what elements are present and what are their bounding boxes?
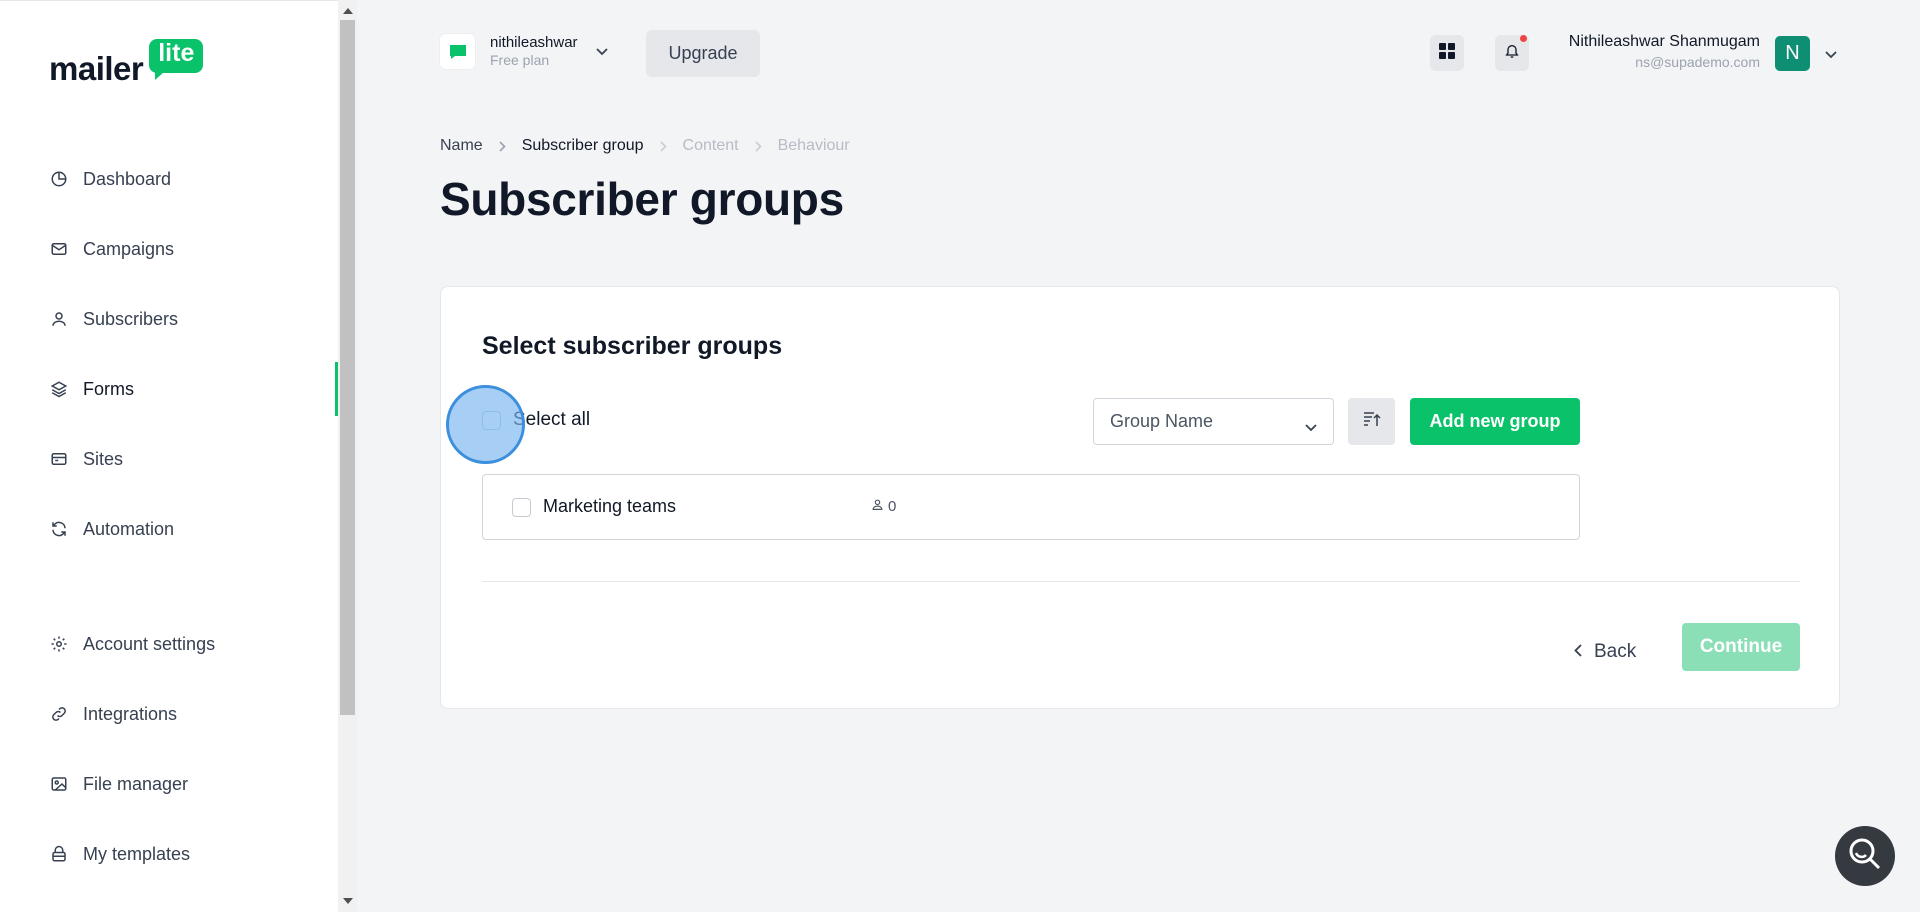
- breadcrumb-step-behaviour: Behaviour: [777, 137, 850, 154]
- group-name: Marketing teams: [543, 496, 677, 516]
- sidebar-item-account-settings[interactable]: Account settings: [0, 617, 338, 671]
- link-icon: [49, 704, 69, 724]
- subscriber-groups-card: Select subscriber groups Select all Grou…: [440, 286, 1840, 709]
- sidebar-item-subscribers[interactable]: Subscribers: [0, 292, 338, 346]
- page-title: Subscriber groups: [440, 173, 844, 225]
- breadcrumb-step-subscriber-group: Subscriber group: [521, 137, 644, 154]
- divider: [482, 581, 1800, 582]
- sidebar-item-file-manager[interactable]: File manager: [0, 757, 338, 811]
- sort-by-value: Group Name: [1110, 411, 1214, 431]
- user-icon: [49, 309, 69, 329]
- notifications-button[interactable]: [1495, 35, 1529, 71]
- sidebar-item-integrations[interactable]: Integrations: [0, 687, 338, 741]
- sidebar-scrollbar[interactable]: [338, 0, 357, 912]
- mailerlite-logo[interactable]: mailer lite: [49, 39, 204, 87]
- account-name: nithileashwar: [490, 34, 578, 52]
- layers-icon: [49, 379, 69, 399]
- chevron-down-icon: [595, 43, 608, 61]
- group-checkbox[interactable]: [512, 498, 531, 517]
- sidebar-item-automation[interactable]: Automation: [0, 502, 338, 556]
- sidebar-item-label: File manager: [83, 773, 189, 794]
- sidebar-item-label: Forms: [83, 378, 134, 399]
- image-icon: [49, 774, 69, 794]
- chevron-right-icon: [755, 140, 762, 152]
- sidebar-item-label: My templates: [83, 843, 191, 864]
- chevron-right-icon: [659, 140, 667, 152]
- sidebar-item-label: Dashboard: [83, 168, 172, 189]
- chevron-left-icon: [1574, 641, 1582, 663]
- pie-chart-icon: [49, 169, 69, 189]
- apps-grid-button[interactable]: [1430, 35, 1464, 71]
- continue-button[interactable]: Continue: [1682, 623, 1800, 671]
- logo-badge: lite: [149, 39, 204, 79]
- group-count-value: 0: [888, 498, 897, 515]
- chevron-right-icon: [499, 140, 506, 152]
- notification-badge: [1520, 35, 1527, 42]
- sidebar-item-dashboard[interactable]: Dashboard: [0, 152, 338, 206]
- sidebar-item-label: Subscribers: [83, 308, 179, 329]
- account-switcher[interactable]: nithileashwar Free plan: [440, 34, 608, 69]
- breadcrumb-step-name[interactable]: Name: [440, 137, 483, 155]
- grid-icon: [1439, 42, 1455, 64]
- chevron-down-icon[interactable]: [1825, 46, 1837, 64]
- search-icon: [1847, 836, 1883, 877]
- back-label: Back: [1594, 641, 1637, 662]
- browser-icon: [49, 449, 69, 469]
- account-plan: Free plan: [490, 52, 550, 69]
- sort-direction-button[interactable]: [1348, 398, 1395, 445]
- scroll-thumb[interactable]: [340, 20, 355, 715]
- sidebar-item-campaigns[interactable]: Campaigns: [0, 222, 338, 276]
- breadcrumb-step-content: Content: [682, 137, 739, 154]
- back-button[interactable]: Back: [1574, 641, 1636, 663]
- bell-icon: [1504, 42, 1520, 65]
- group-row[interactable]: Marketing teams 0: [482, 474, 1580, 540]
- gear-icon: [49, 634, 69, 654]
- envelope-icon: [49, 239, 69, 259]
- user-email: ns@supademo.com: [1635, 54, 1760, 70]
- chevron-down-icon: [1305, 416, 1317, 437]
- scroll-up-arrow[interactable]: [343, 8, 353, 14]
- logo-text: mailer: [49, 49, 144, 87]
- sidebar-item-label: Automation: [83, 518, 175, 539]
- refresh-icon: [49, 519, 69, 539]
- help-search-button[interactable]: [1835, 826, 1895, 886]
- avatar[interactable]: N: [1775, 36, 1810, 71]
- sidebar-item-label: Campaigns: [83, 238, 175, 259]
- sidebar-item-my-templates[interactable]: My templates: [0, 827, 338, 881]
- sidebar-item-sites[interactable]: Sites: [0, 432, 338, 486]
- user-name: Nithileashwar Shanmugam: [1568, 33, 1760, 50]
- add-new-group-button[interactable]: Add new group: [1410, 398, 1580, 445]
- card-title: Select subscriber groups: [482, 332, 783, 360]
- sort-ascending-icon: [1363, 411, 1381, 432]
- user-icon: [871, 498, 884, 515]
- scroll-down-arrow[interactable]: [343, 898, 353, 904]
- sort-by-select[interactable]: Group Name: [1093, 398, 1334, 445]
- sidebar-item-label: Sites: [83, 448, 124, 469]
- sidebar-item-forms[interactable]: Forms: [0, 362, 338, 416]
- breadcrumb: Name Subscriber group Content Behaviour: [440, 137, 850, 155]
- click-indicator: [446, 385, 525, 464]
- account-icon: [440, 34, 475, 69]
- upgrade-button[interactable]: Upgrade: [646, 30, 760, 77]
- group-subscriber-count: 0: [871, 498, 896, 515]
- sidebar-item-label: Integrations: [83, 703, 178, 724]
- sidebar-item-label: Account settings: [83, 633, 216, 654]
- template-icon: [49, 844, 69, 864]
- sidebar: mailer lite Dashboard Campaigns Subscrib…: [0, 0, 338, 912]
